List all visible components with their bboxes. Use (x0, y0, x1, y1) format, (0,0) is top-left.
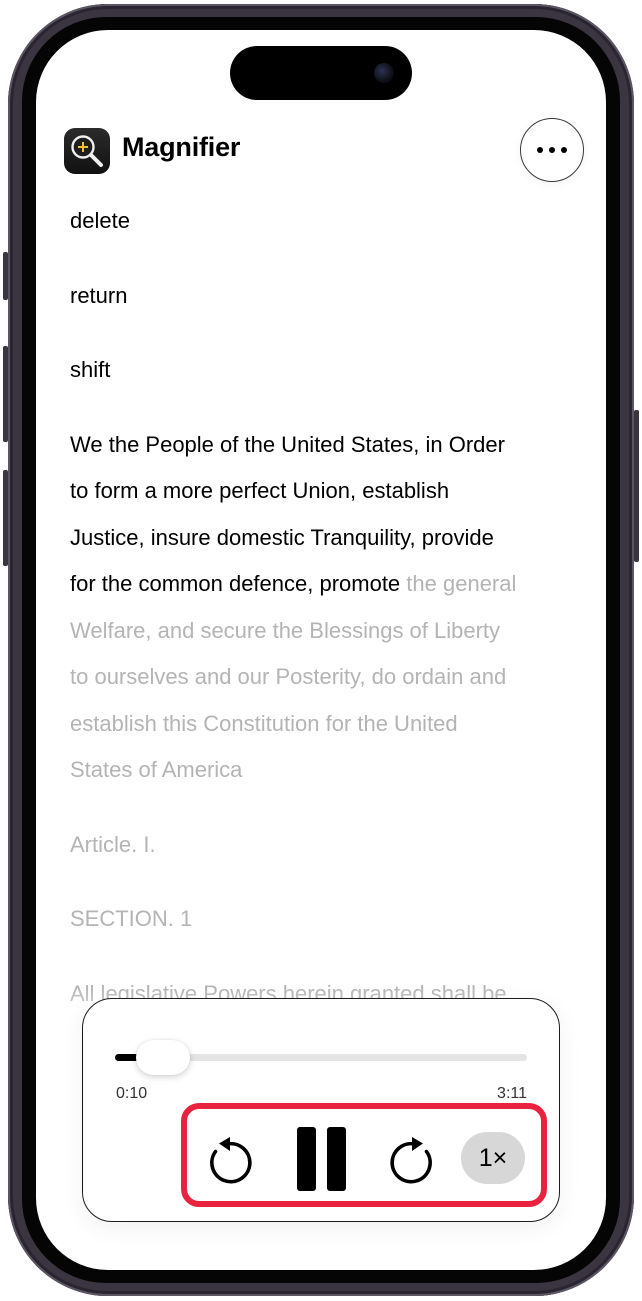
dynamic-island (230, 46, 412, 100)
unread-portion: the general (406, 571, 517, 596)
skip-forward-icon (390, 1137, 432, 1184)
home-indicator (237, 1246, 405, 1252)
action-button (3, 252, 8, 300)
volume-up-button (3, 346, 8, 442)
volume-down-button (3, 470, 8, 566)
section-heading: SECTION. 1 (70, 906, 193, 931)
elapsed-time: 0:10 (116, 1085, 148, 1102)
text-line-read: to form a more perfect Union, establish (70, 478, 450, 503)
text-line-read: Justice, insure domestic Tranquility, pr… (70, 524, 494, 550)
magnifier-app-icon (64, 128, 110, 174)
text-line-unread: to ourselves and our Posterity, do ordai… (70, 664, 507, 689)
screen: Magnifier delete return shift We the Peo… (36, 30, 606, 1270)
text-line-unread: States of America (70, 757, 243, 782)
text-line: shift (70, 357, 111, 382)
read-portion: for the common defence, promote (70, 571, 401, 596)
playback-panel: 0:10 3:11 1× (82, 998, 560, 1222)
more-options-button[interactable] (520, 118, 584, 182)
text-line-unread: establish this Constitution for the Unit… (70, 710, 458, 736)
text-line-unread: Welfare, and secure the Blessings of Lib… (70, 617, 501, 643)
ellipsis-icon (534, 147, 570, 153)
camera-lens (374, 63, 394, 83)
skip-back-button[interactable] (205, 1134, 255, 1186)
app-title: Magnifier (122, 132, 241, 162)
text-line: delete (70, 208, 130, 233)
text-line-read: We the People of the United States, in O… (70, 431, 505, 457)
skip-back-icon (210, 1137, 252, 1184)
pause-button[interactable] (295, 1125, 349, 1193)
pause-icon (297, 1127, 346, 1191)
text-line-current: for the common defence, promote the gene… (70, 561, 580, 608)
text-line: return (70, 282, 128, 308)
power-button (634, 410, 639, 562)
progress-slider[interactable] (115, 1040, 527, 1075)
article-heading: Article. I. (70, 831, 156, 857)
progress-thumb[interactable] (136, 1040, 190, 1075)
skip-forward-button[interactable] (387, 1134, 437, 1186)
reader-text: delete return shift We the People of the… (70, 198, 580, 1017)
total-duration: 3:11 (497, 1085, 527, 1102)
playback-speed-button[interactable]: 1× (461, 1132, 525, 1184)
